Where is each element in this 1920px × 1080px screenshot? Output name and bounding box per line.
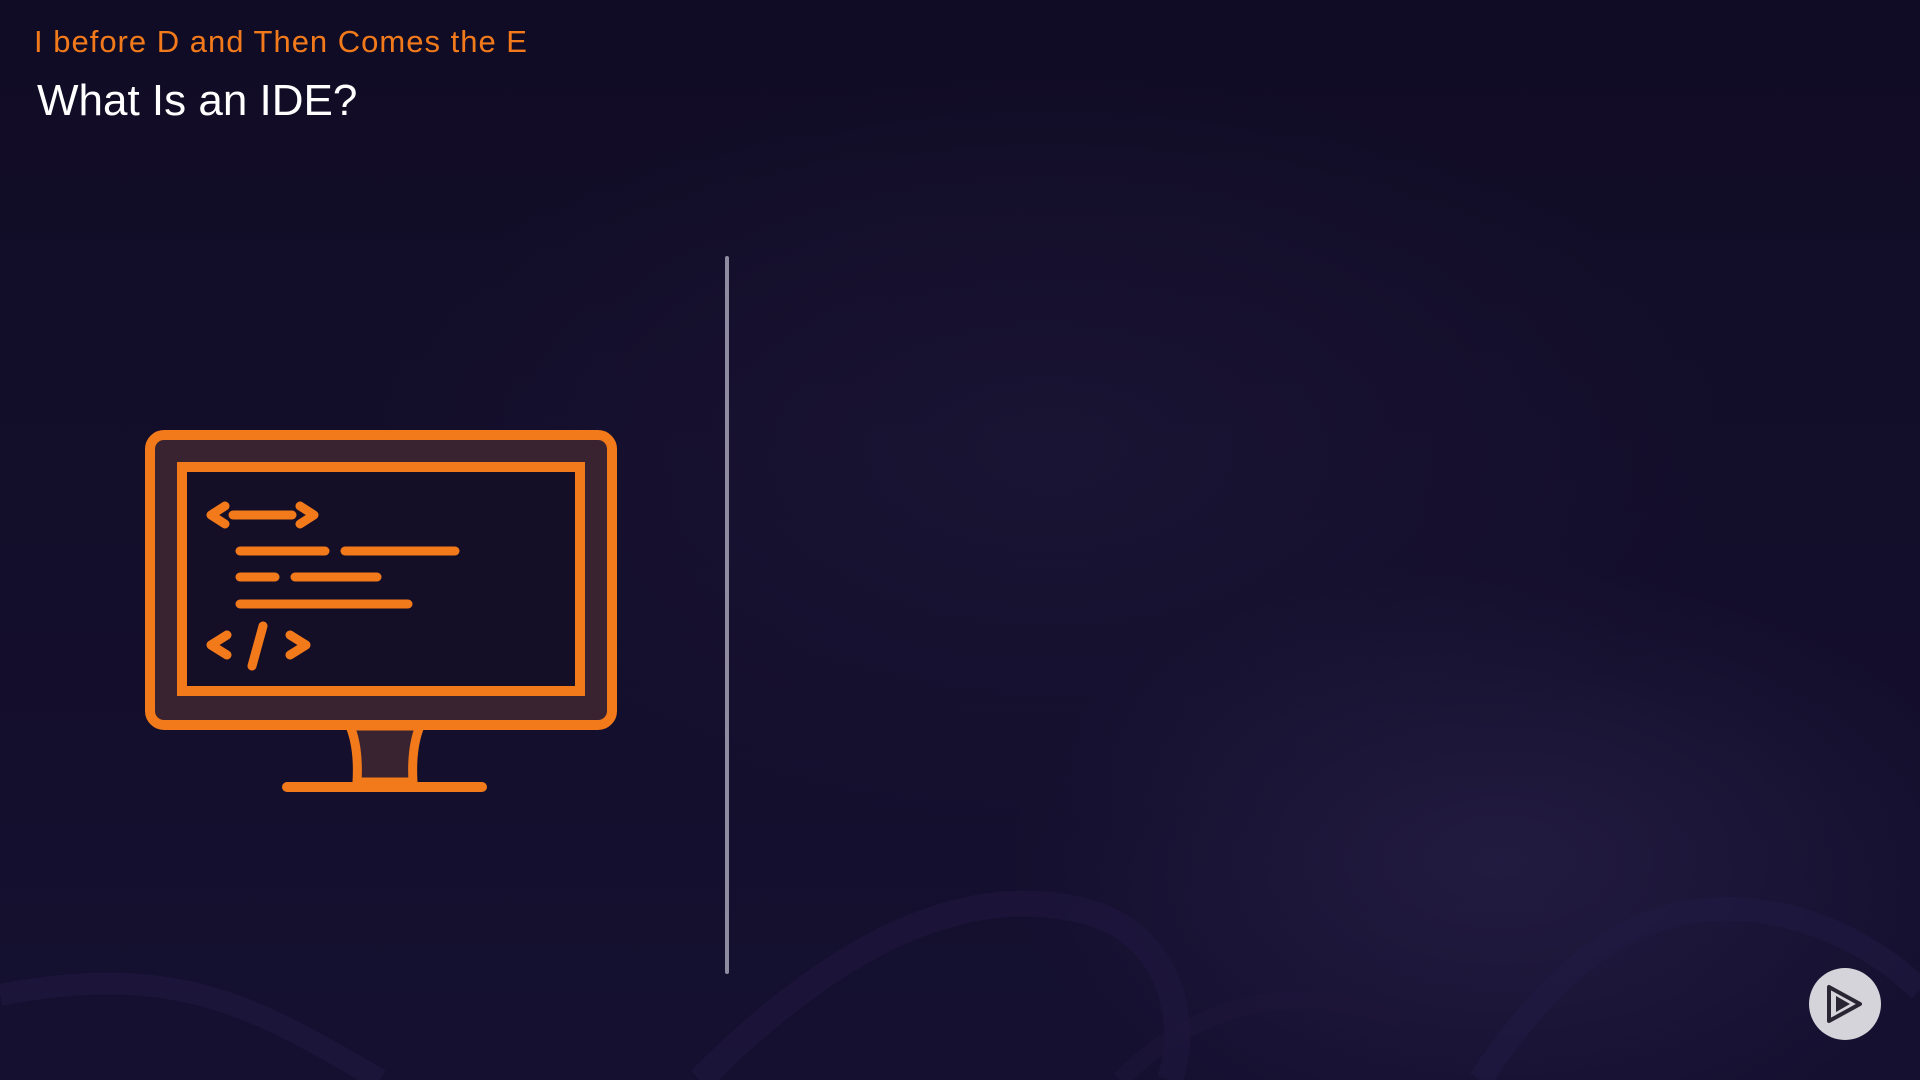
play-logo-icon[interactable] <box>1809 968 1881 1040</box>
vertical-divider <box>725 256 729 974</box>
slide: I before D and Then Comes the E What Is … <box>0 0 1920 1080</box>
computer-monitor-code-icon <box>145 430 625 800</box>
slide-title: What Is an IDE? <box>37 76 358 125</box>
section-eyebrow: I before D and Then Comes the E <box>34 24 528 59</box>
